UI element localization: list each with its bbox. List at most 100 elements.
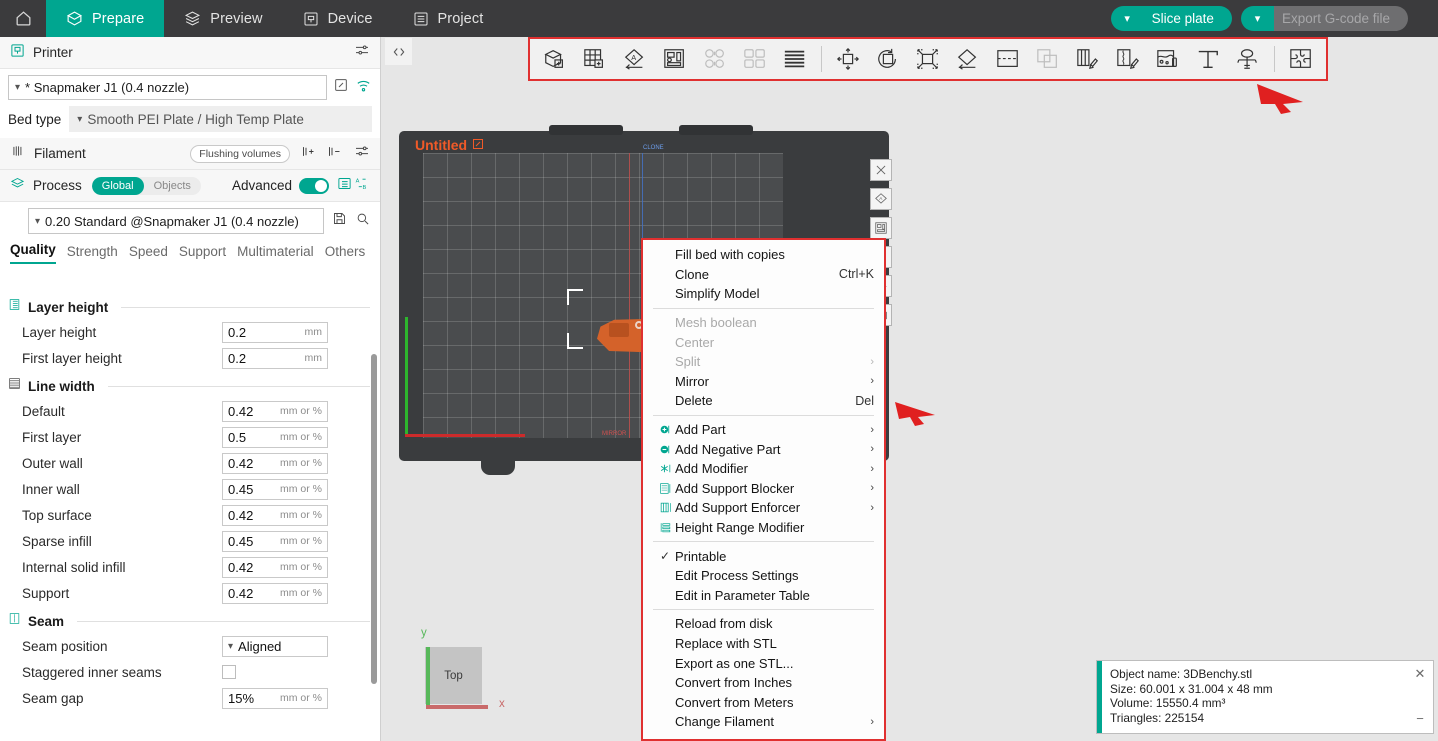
- close-icon[interactable]: ✕: [1415, 666, 1426, 682]
- tab-device[interactable]: Device: [283, 0, 393, 37]
- remove-filament-icon[interactable]: [326, 144, 343, 164]
- tab-strength[interactable]: Strength: [67, 244, 118, 264]
- assembly-view-icon[interactable]: [1282, 42, 1320, 76]
- search-preset-icon[interactable]: [355, 211, 370, 231]
- minimize-icon[interactable]: −: [1416, 711, 1424, 726]
- setting-input[interactable]: 0.45 mm or %: [222, 530, 328, 552]
- printer-preset-combo[interactable]: ▾ * Snapmaker J1 (0.4 nozzle): [8, 75, 327, 100]
- menu-item-replace-with-stl[interactable]: Replace with STL: [643, 634, 884, 654]
- seam-painting-icon[interactable]: [1109, 42, 1147, 76]
- menu-item-edit-in-parameter-table[interactable]: Edit in Parameter Table: [643, 586, 884, 606]
- arrange-plate-icon[interactable]: [870, 217, 892, 239]
- tab-preview[interactable]: Preview: [164, 0, 282, 37]
- menu-item-height-range-modifier[interactable]: Height Range Modifier: [643, 518, 884, 538]
- scope-objects-option[interactable]: Objects: [144, 177, 201, 195]
- add-object-icon[interactable]: [536, 42, 574, 76]
- setting-row: Internal solid infill 0.42 mm or %: [0, 554, 380, 580]
- menu-item-export-as-one-stl[interactable]: Export as one STL...: [643, 653, 884, 673]
- setting-select[interactable]: ▾ Aligned: [222, 635, 328, 657]
- setting-input[interactable]: 0.2 mm: [222, 321, 328, 343]
- menu-item-convert-from-meters[interactable]: Convert from Meters: [643, 692, 884, 712]
- process-scope-segmented[interactable]: Global Objects: [91, 176, 201, 195]
- tab-others[interactable]: Others: [325, 244, 366, 264]
- setting-input[interactable]: 15% mm or %: [222, 687, 328, 709]
- setting-input[interactable]: 0.42 mm or %: [222, 582, 328, 604]
- menu-item-add-negative-part[interactable]: Add Negative Part ›: [643, 439, 884, 459]
- scope-global-option[interactable]: Global: [91, 176, 144, 195]
- setting-label: First layer: [22, 429, 82, 445]
- menu-item-fill-bed-with-copies[interactable]: Fill bed with copies: [643, 245, 884, 265]
- view-cube-top-face[interactable]: Top: [425, 647, 482, 704]
- slice-dropdown-caret-icon[interactable]: ▾: [1110, 6, 1144, 31]
- filament-settings-icon[interactable]: [354, 143, 370, 164]
- slice-plate-button[interactable]: ▾ Slice plate: [1110, 6, 1232, 31]
- tab-speed[interactable]: Speed: [129, 244, 168, 264]
- menu-item-printable[interactable]: ✓ Printable: [643, 546, 884, 566]
- printer-connection-icon[interactable]: [355, 77, 372, 99]
- move-icon[interactable]: [829, 42, 867, 76]
- color-painting-icon[interactable]: [1149, 42, 1187, 76]
- collapse-arrows-icon[interactable]: [385, 38, 412, 65]
- edit-printer-icon[interactable]: [333, 77, 349, 98]
- printer-settings-icon[interactable]: [354, 42, 370, 63]
- menu-item-clone[interactable]: Clone Ctrl+K: [643, 265, 884, 285]
- setting-input[interactable]: 0.42 mm or %: [222, 452, 328, 474]
- home-icon[interactable]: [0, 0, 46, 37]
- menu-item-add-part[interactable]: Add Part ›: [643, 420, 884, 440]
- tab-multimaterial[interactable]: Multimaterial: [237, 244, 314, 264]
- tab-project[interactable]: Project: [393, 0, 504, 37]
- settings-scrollbar[interactable]: [371, 354, 377, 684]
- delete-icon[interactable]: [870, 159, 892, 181]
- bed-type-combo[interactable]: ▾ Smooth PEI Plate / High Temp Plate: [69, 106, 372, 132]
- setting-checkbox[interactable]: [222, 665, 236, 679]
- process-preset-combo[interactable]: ▾ 0.20 Standard @Snapmaker J1 (0.4 nozzl…: [28, 208, 324, 234]
- advanced-toggle[interactable]: [299, 177, 329, 194]
- flushing-volumes-button[interactable]: Flushing volumes: [190, 144, 290, 163]
- compare-presets-icon[interactable]: A B: [355, 176, 370, 196]
- scale-icon[interactable]: [909, 42, 947, 76]
- cut-icon[interactable]: [989, 42, 1027, 76]
- menu-item-reload-from-disk[interactable]: Reload from disk: [643, 614, 884, 634]
- add-plate-icon[interactable]: [576, 42, 614, 76]
- layers-icon[interactable]: [776, 42, 814, 76]
- add-support-enforcer-icon: [655, 501, 675, 514]
- save-preset-icon[interactable]: [332, 211, 347, 231]
- measure-icon[interactable]: [1229, 42, 1267, 76]
- export-gcode-button[interactable]: ▾ Export G-code file: [1240, 6, 1408, 31]
- edit-plate-name-icon[interactable]: [472, 137, 484, 153]
- menu-item-simplify-model[interactable]: Simplify Model: [643, 284, 884, 304]
- menu-item-change-filament[interactable]: Change Filament ›: [643, 712, 884, 732]
- menu-item-add-modifier[interactable]: Add Modifier ›: [643, 459, 884, 479]
- rotate-icon[interactable]: [869, 42, 907, 76]
- plate-name-label[interactable]: Untitled: [415, 137, 484, 153]
- chevron-right-icon: ›: [870, 443, 874, 456]
- setting-input[interactable]: 0.42 mm or %: [222, 400, 328, 422]
- slice-plate-label[interactable]: Slice plate: [1143, 6, 1232, 31]
- view-orientation-cube[interactable]: Top y x: [399, 625, 514, 735]
- tab-prepare[interactable]: Prepare: [46, 0, 165, 37]
- setting-input[interactable]: 0.2 mm: [222, 347, 328, 369]
- menu-item-convert-from-inches[interactable]: Convert from Inches: [643, 673, 884, 693]
- text-tool-icon[interactable]: [1189, 42, 1227, 76]
- setting-input[interactable]: 0.45 mm or %: [222, 478, 328, 500]
- menu-item-mirror[interactable]: Mirror ›: [643, 372, 884, 392]
- arrange-icon[interactable]: [656, 42, 694, 76]
- menu-item-delete[interactable]: Delete Del: [643, 391, 884, 411]
- tab-support[interactable]: Support: [179, 244, 226, 264]
- menu-item-add-support-enforcer[interactable]: Add Support Enforcer ›: [643, 498, 884, 518]
- setting-input[interactable]: 0.42 mm or %: [222, 504, 328, 526]
- setting-input[interactable]: 0.5 mm or %: [222, 426, 328, 448]
- export-dropdown-caret-icon[interactable]: ▾: [1240, 6, 1274, 31]
- parameter-table-icon[interactable]: [337, 176, 352, 196]
- tab-quality[interactable]: Quality: [10, 242, 56, 264]
- setting-input[interactable]: 0.42 mm or %: [222, 556, 328, 578]
- menu-item-edit-process-settings[interactable]: Edit Process Settings: [643, 566, 884, 586]
- orient-icon[interactable]: A: [616, 42, 654, 76]
- add-filament-icon[interactable]: [300, 144, 317, 164]
- menu-item-add-support-blocker[interactable]: Add Support Blocker ›: [643, 479, 884, 499]
- orient-plate-icon[interactable]: A: [870, 188, 892, 210]
- support-painting-icon[interactable]: [1069, 42, 1107, 76]
- object-context-menu[interactable]: Fill bed with copies Clone Ctrl+K Simplify …: [641, 238, 886, 741]
- 3d-viewport[interactable]: A CLONE MIRROR Untitled A Top y x: [381, 37, 1438, 741]
- place-on-face-icon[interactable]: [949, 42, 987, 76]
